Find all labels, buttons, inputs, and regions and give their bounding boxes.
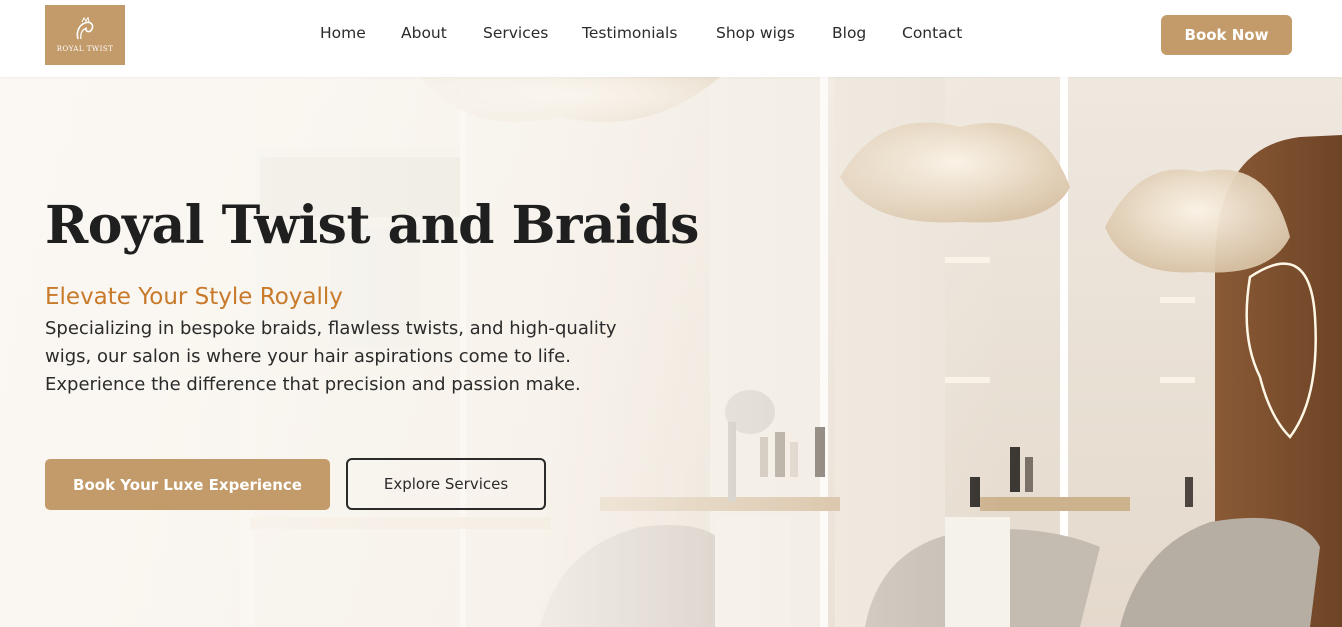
main-nav: Home About Services Testimonials Shop wi…: [0, 0, 1342, 70]
hero-title: Royal Twist and Braids: [45, 195, 699, 256]
hero-description: Specializing in bespoke braids, flawless…: [45, 318, 617, 395]
nav-home[interactable]: Home: [320, 24, 366, 42]
explore-services-button[interactable]: Explore Services: [346, 458, 546, 510]
book-luxe-experience-button[interactable]: Book Your Luxe Experience: [45, 459, 330, 510]
site-header: ROYAL TWIST Home About Services Testimon…: [0, 0, 1342, 77]
nav-services[interactable]: Services: [483, 24, 548, 42]
nav-blog[interactable]: Blog: [832, 24, 866, 42]
nav-about[interactable]: About: [401, 24, 447, 42]
book-now-button[interactable]: Book Now: [1161, 15, 1292, 55]
hero-subtitle: Elevate Your Style Royally: [45, 284, 343, 310]
nav-contact[interactable]: Contact: [902, 24, 962, 42]
nav-testimonials[interactable]: Testimonials: [582, 24, 677, 42]
hero-section: Royal Twist and Braids Elevate Your Styl…: [0, 77, 1342, 627]
nav-shop-wigs[interactable]: Shop wigs: [716, 24, 795, 42]
